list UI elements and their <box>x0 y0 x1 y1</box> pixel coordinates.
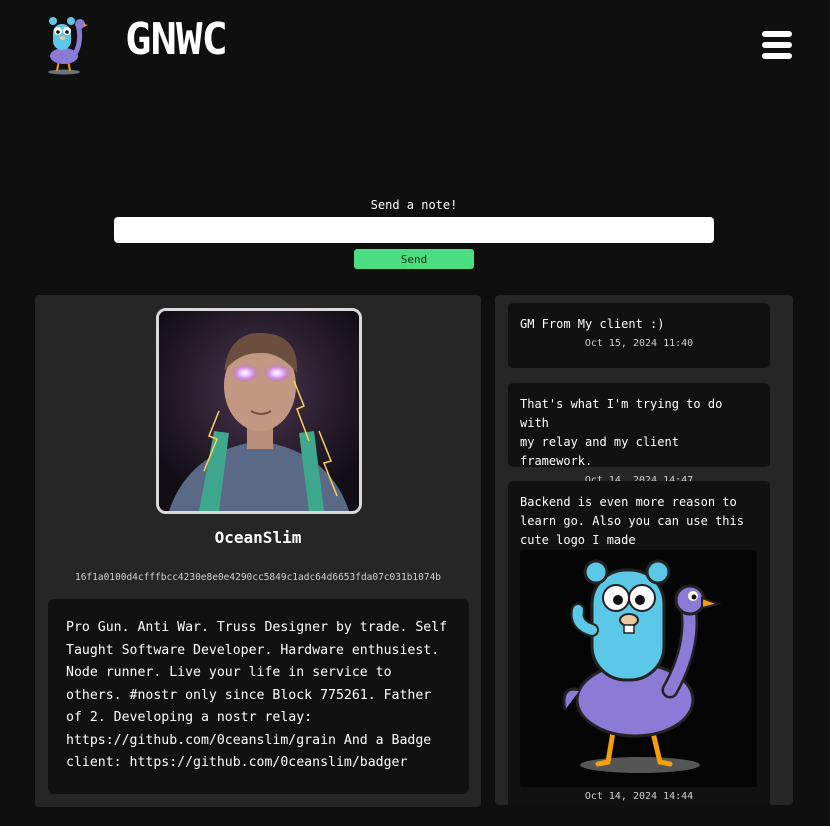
brand-title[interactable]: GNWC <box>125 14 228 65</box>
profile-panel: OceanSlim 16f1a0100d4cfffbcc4230e8e0e429… <box>35 295 481 807</box>
profile-about: Pro Gun. Anti War. Truss Designer by tra… <box>48 599 469 794</box>
note-card: GM From My client :) Oct 15, 2024 11:40 <box>508 303 770 368</box>
compose-note-form: Send a note! Send <box>114 198 714 269</box>
profile-avatar <box>156 308 362 514</box>
compose-label: Send a note! <box>370 198 458 212</box>
note-input[interactable] <box>114 217 714 243</box>
notes-feed: GM From My client :) Oct 15, 2024 11:40 … <box>495 295 793 805</box>
note-card: Backend is even more reason to learn go.… <box>508 481 770 805</box>
gopher-ostrich-logo-icon[interactable] <box>40 12 88 76</box>
note-image <box>520 550 757 787</box>
send-button[interactable]: Send <box>354 249 474 269</box>
note-text: Backend is even more reason to learn go.… <box>520 495 744 547</box>
note-timestamp: Oct 15, 2024 11:40 <box>584 338 694 349</box>
hamburger-menu-icon[interactable] <box>760 28 794 62</box>
note-card: That's what I'm trying to do with my rel… <box>508 383 770 486</box>
profile-pubkey: 16f1a0100d4cfffbcc4230e8e0e4290cc5849c1a… <box>74 572 442 583</box>
note-text: GM From My client :) <box>520 317 665 331</box>
note-timestamp: Oct 14, 2024 14:44 <box>584 791 694 802</box>
profile-name: OceanSlim <box>214 528 302 547</box>
header: GNWC <box>0 0 830 90</box>
note-text: That's what I'm trying to do with my rel… <box>520 397 723 468</box>
